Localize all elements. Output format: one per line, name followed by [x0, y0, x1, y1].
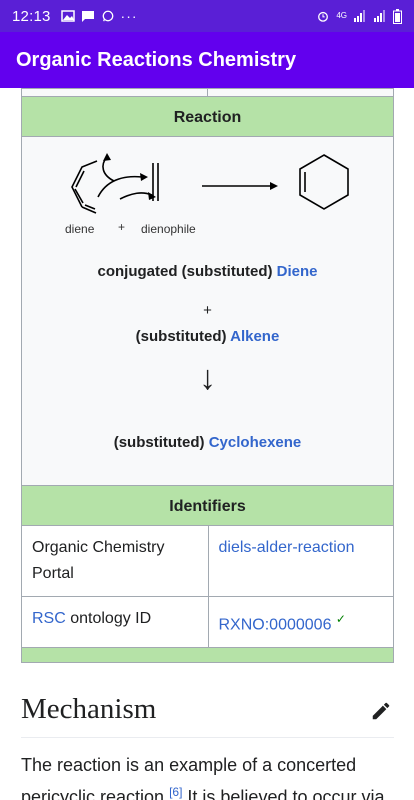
rxno-link[interactable]: RXNO:0000006	[219, 616, 332, 633]
more-dots-icon: ···	[120, 8, 138, 24]
diene-label: diene	[65, 222, 95, 236]
infobox: Reaction diene + dienophile conjugated (…	[21, 88, 394, 664]
reactant-diene-line: conjugated (substituted) Diene	[97, 263, 318, 280]
reactant-plus: +	[203, 302, 212, 319]
identifiers-table: Organic Chemistry Portal diels-alder-rea…	[22, 526, 393, 648]
pencil-icon[interactable]	[370, 700, 392, 722]
whatsapp-icon	[102, 10, 113, 22]
portal-link[interactable]: diels-alder-reaction	[219, 539, 355, 556]
status-bar: 12:13 ··· 4G	[0, 0, 414, 32]
4g-icon: 4G	[336, 11, 347, 20]
mechanism-section: Mechanism The reaction is an example of …	[21, 686, 394, 800]
reaction-header: Reaction	[22, 96, 393, 137]
table-row: RSC ontology ID RXNO:0000006 ✓	[22, 596, 393, 648]
identifier-key: RSC ontology ID	[22, 596, 209, 648]
signal-icon	[374, 10, 385, 22]
identifiers-header: Identifiers	[22, 485, 393, 526]
rsc-link[interactable]: RSC	[32, 610, 66, 627]
alarm-icon	[318, 11, 329, 22]
app-title: Organic Reactions Chemistry	[16, 48, 297, 71]
diels-alder-scheme	[71, 153, 349, 214]
cyclohexene-link[interactable]: Cyclohexene	[209, 434, 302, 451]
product-arrow-icon: ↓	[199, 359, 216, 397]
signal-icon	[354, 10, 365, 22]
message-icon	[81, 11, 94, 22]
mechanism-paragraph: The reaction is an example of a concerte…	[21, 755, 385, 800]
identifier-key: Organic Chemistry Portal	[22, 526, 209, 597]
section-title: Mechanism	[21, 686, 394, 738]
article-content[interactable]: Reaction diene + dienophile conjugated (…	[0, 88, 414, 800]
status-time: 12:13	[12, 7, 51, 25]
table-row: Organic Chemistry Portal diels-alder-rea…	[22, 526, 393, 597]
scheme-plus: +	[118, 220, 126, 234]
infobox-footer	[22, 647, 393, 663]
battery-icon	[393, 8, 402, 24]
app-bar: Organic Reactions Chemistry	[0, 32, 414, 88]
citation-link[interactable]: [6]	[169, 785, 182, 799]
reactant-alkene-line: (substituted) Alkene	[135, 328, 280, 345]
reaction-area: diene + dienophile conjugated (substitut…	[22, 137, 393, 485]
product-line: (substituted) Cyclohexene	[113, 434, 302, 451]
alkene-link[interactable]: Alkene	[230, 328, 279, 345]
image-icon	[60, 10, 75, 22]
infobox-top-row	[22, 89, 393, 96]
check-icon: ✓	[335, 612, 346, 626]
diene-link[interactable]: Diene	[277, 263, 318, 280]
dienophile-label: dienophile	[141, 222, 196, 236]
